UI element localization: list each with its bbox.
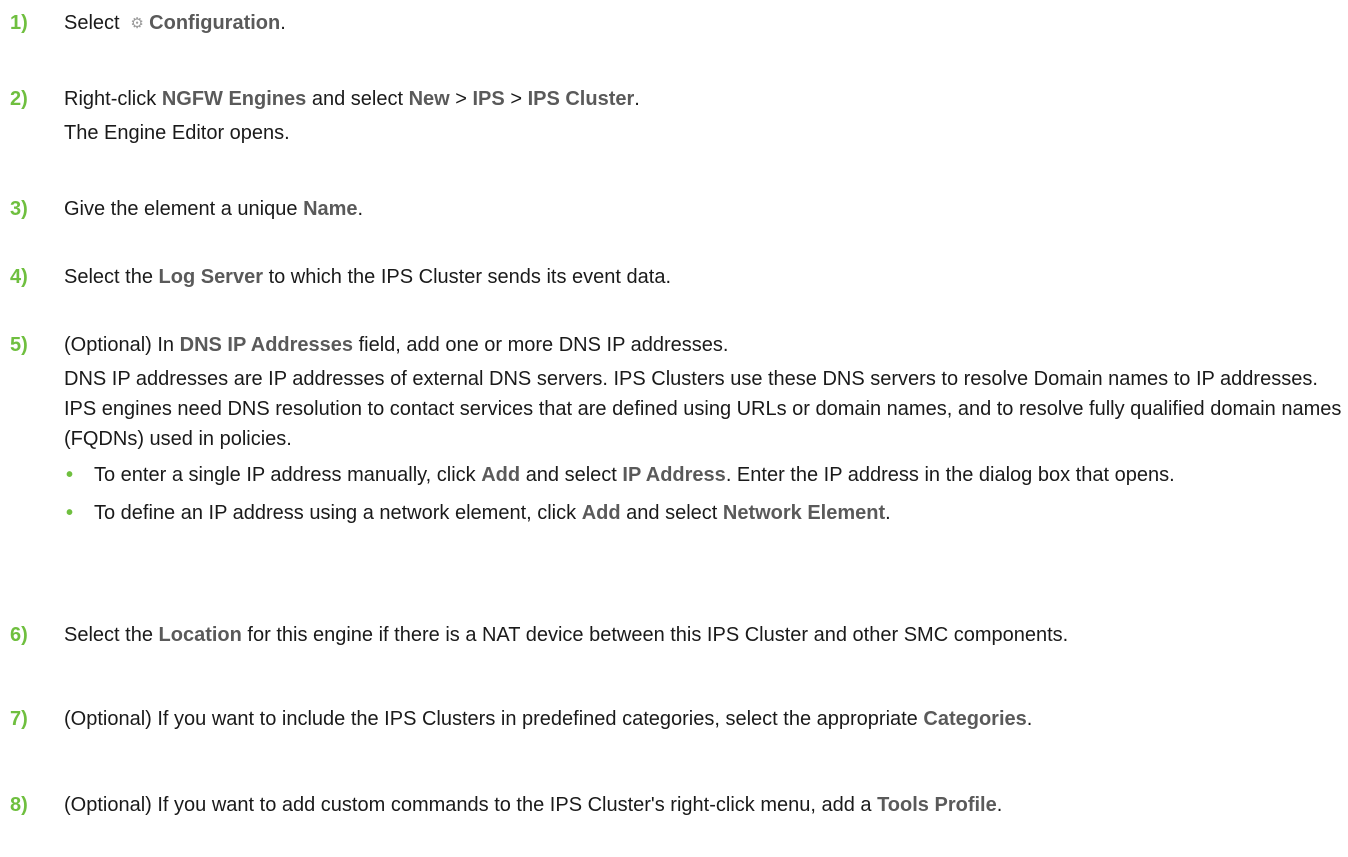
ui-label-ips: IPS — [472, 88, 505, 110]
list-item: • To enter a single IP address manually,… — [64, 460, 1274, 490]
ui-label-network-element: Network Element — [722, 502, 886, 524]
step-number: 6) — [10, 624, 28, 646]
ui-label-location: Location — [158, 624, 242, 646]
step-text: Select the Log Server to which the IPS C… — [64, 266, 671, 288]
ui-label-dns-ip-addresses: DNS IP Addresses — [179, 334, 354, 356]
step-text: Right-click NGFW Engines and select New … — [64, 84, 1344, 148]
ui-label-log-server: Log Server — [158, 266, 263, 288]
bullet: • — [66, 502, 74, 524]
gear-icon: ⚙ — [130, 15, 144, 32]
step-number: 8) — [10, 794, 28, 816]
step-text: (Optional) If you want to include the IP… — [64, 708, 1033, 730]
step-number: 2) — [10, 88, 28, 110]
bullet-list: • To enter a single IP address manually,… — [64, 460, 1344, 528]
step-number: 4) — [10, 266, 28, 288]
step-number: 1) — [10, 12, 28, 34]
ui-label-ip-address: IP Address — [622, 464, 726, 486]
ui-label-categories: Categories — [923, 708, 1027, 730]
ui-label-ips-cluster: IPS Cluster — [527, 88, 635, 110]
step-text: (Optional) If you want to add custom com… — [64, 794, 1003, 816]
step-text: Select ⚙ Configuration. — [64, 8, 1344, 39]
bullet: • — [66, 464, 74, 486]
ui-label-tools-profile: Tools Profile — [877, 794, 997, 816]
step-text: (Optional) In DNS IP Addresses field, ad… — [64, 330, 1344, 536]
step-explanation: DNS IP addresses are IP addresses of ext… — [64, 368, 1342, 450]
step-number: 7) — [10, 708, 28, 730]
step-number: 3) — [10, 198, 28, 220]
list-item: • To define an IP address using a networ… — [64, 498, 1274, 528]
ui-label-add: Add — [581, 502, 621, 524]
step-number: 5) — [10, 334, 28, 356]
ui-label-add: Add — [481, 464, 521, 486]
step-text: Select the Location for this engine if t… — [64, 624, 1069, 646]
ui-label-configuration: Configuration — [149, 12, 281, 34]
step-result: The Engine Editor opens. — [64, 122, 290, 144]
step-text: Give the element a unique Name. — [64, 198, 364, 220]
ui-label-ngfw-engines: NGFW Engines — [161, 88, 307, 110]
ui-label-new: New — [408, 88, 450, 110]
ui-label-name: Name — [303, 198, 358, 220]
